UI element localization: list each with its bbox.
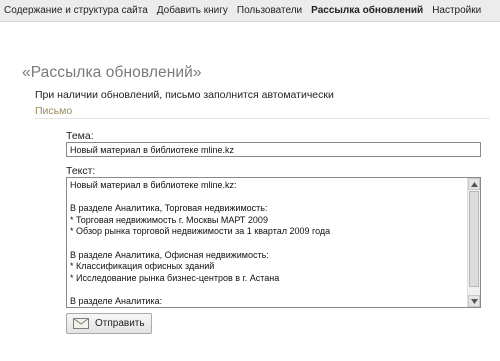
nav-item-settings[interactable]: Настройки: [432, 5, 481, 16]
arrow-down-icon[interactable]: [468, 295, 480, 307]
body-text[interactable]: Новый материал в библиотеке mline.kz: В …: [67, 178, 466, 307]
send-button[interactable]: Отправить: [66, 313, 152, 334]
page-title: «Рассылка обновлений»: [22, 64, 202, 81]
arrow-up-icon[interactable]: [468, 178, 480, 190]
send-button-label: Отправить: [95, 318, 145, 329]
nav-item-updates-mailing[interactable]: Рассылка обновлений: [311, 5, 423, 16]
nav-item-content-structure[interactable]: Содержание и структура сайта: [4, 5, 148, 16]
scrollbar-thumb[interactable]: [469, 191, 479, 287]
body-textarea[interactable]: Новый материал в библиотеке mline.kz: В …: [66, 177, 481, 308]
nav-item-users[interactable]: Пользователи: [237, 5, 302, 16]
section-divider: [35, 118, 490, 119]
subject-label: Тема:: [66, 130, 94, 142]
mail-envelope-icon: [73, 318, 89, 329]
nav-item-add-book[interactable]: Добавить книгу: [157, 5, 228, 16]
subject-input[interactable]: [66, 142, 481, 157]
letter-section-link[interactable]: Письмо: [35, 105, 72, 117]
top-navigation: Содержание и структура сайта Добавить кн…: [0, 0, 500, 22]
textarea-scrollbar[interactable]: [467, 178, 480, 307]
page-subtitle: При наличии обновлений, письмо заполнитс…: [35, 89, 334, 101]
body-label: Текст:: [66, 165, 96, 177]
